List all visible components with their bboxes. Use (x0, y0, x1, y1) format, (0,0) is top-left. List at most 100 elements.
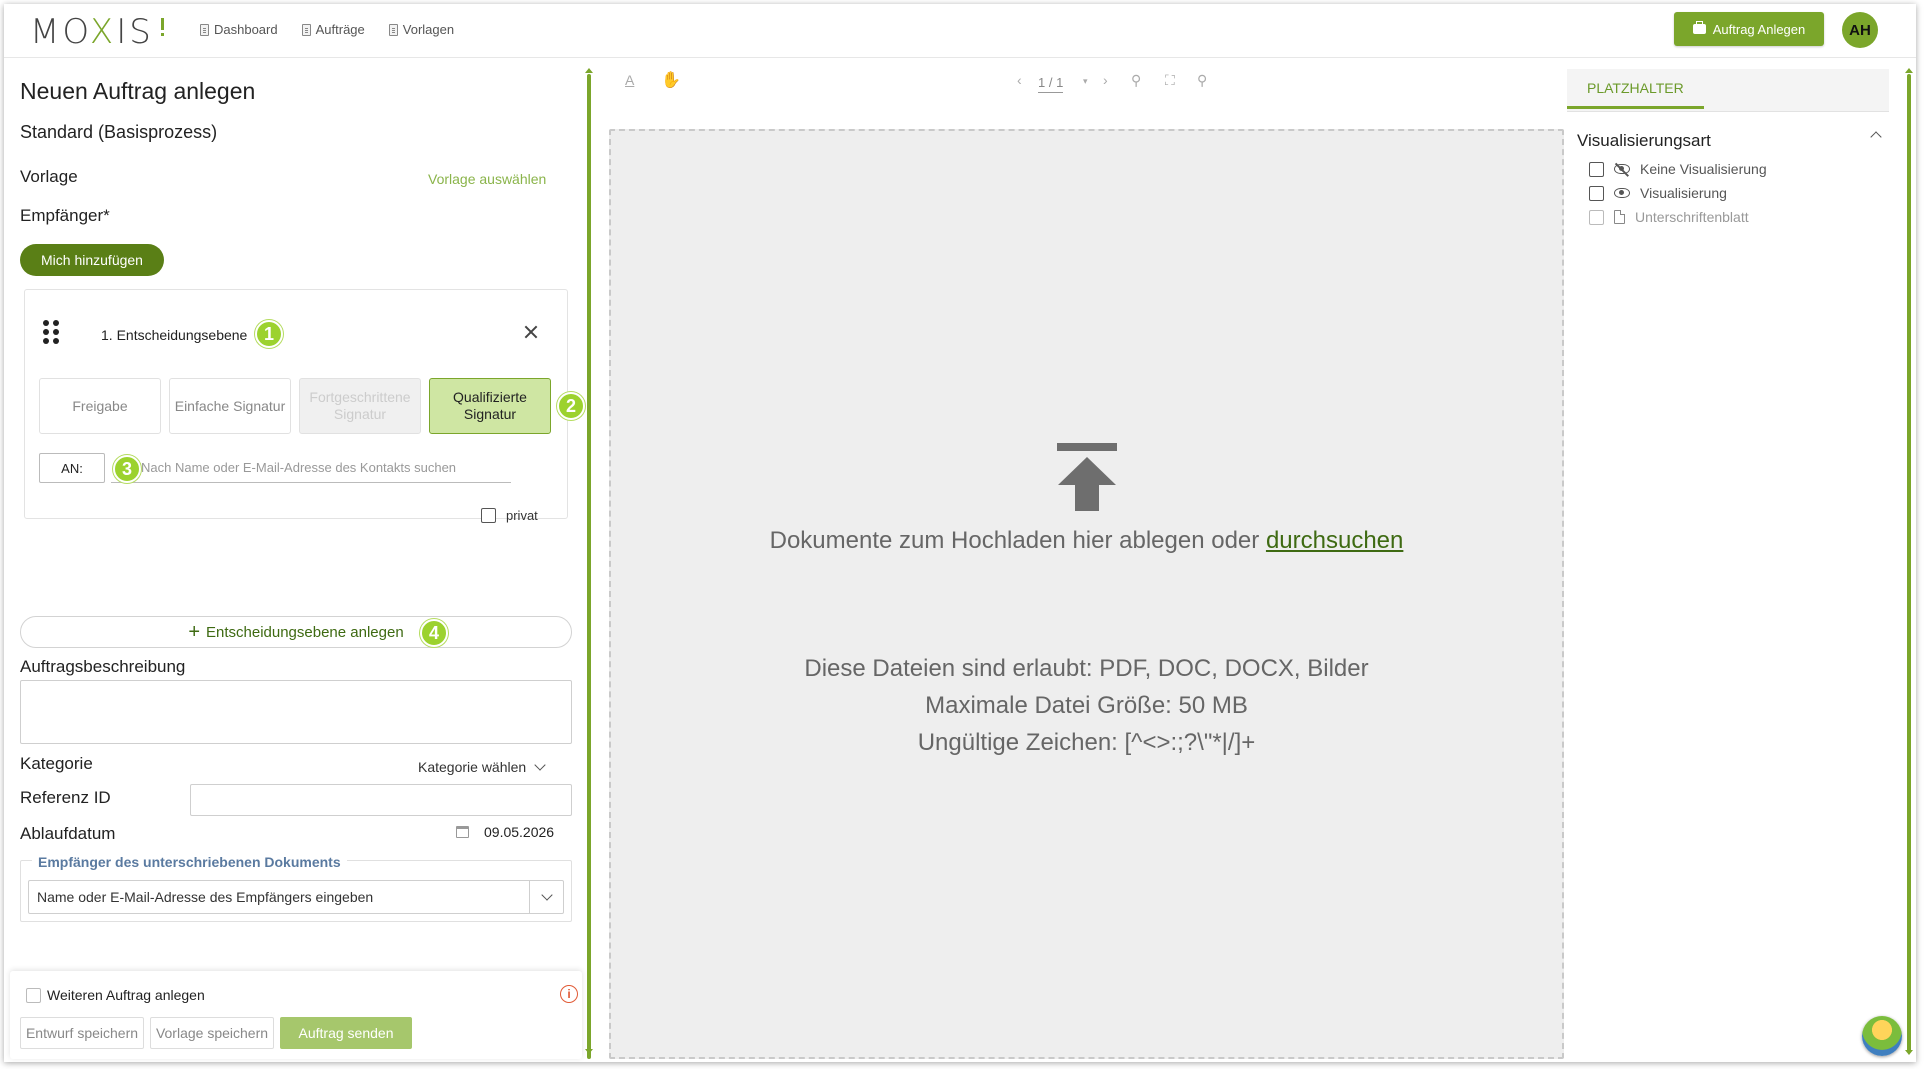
briefcase-icon (1692, 21, 1706, 34)
text-select-icon[interactable]: A (625, 72, 634, 88)
private-toggle[interactable]: privat (481, 508, 538, 523)
signature-option-approval[interactable]: Freigabe (39, 378, 161, 434)
templates-icon (388, 23, 398, 36)
save-draft-button[interactable]: Entwurf speichern (20, 1017, 144, 1049)
select-template-link[interactable]: Vorlage auswählen (428, 171, 546, 187)
page-title: Neuen Auftrag anlegen (20, 78, 256, 104)
signed-document-recipient-legend: Empfänger des unterschriebenen Dokuments (32, 854, 347, 870)
drop-instruction-text: Dokumente zum Hochladen hier ablegen ode… (769, 527, 1260, 554)
chevron-down-icon (534, 759, 546, 771)
no-visualization-label: Keine Visualisierung (1640, 161, 1767, 177)
eye-slash-icon (1614, 164, 1630, 174)
scroll-up-icon[interactable] (585, 68, 593, 73)
visualization-label: Visualisierung (1640, 185, 1727, 201)
scroll-down-icon[interactable] (1905, 1050, 1913, 1055)
add-me-button[interactable]: Mich hinzufügen (20, 244, 164, 276)
option-no-visualization[interactable]: Keine Visualisierung (1589, 161, 1767, 177)
reference-id-input[interactable] (190, 784, 572, 816)
description-label: Auftragsbeschreibung (20, 657, 186, 676)
main-nav: Dashboard Aufträge Vorlagen (200, 22, 454, 37)
signature-sheet-checkbox (1589, 209, 1604, 225)
step-badge-1: 1 (255, 320, 283, 348)
page-dropdown-icon[interactable]: ▾ (1083, 76, 1088, 87)
option-signature-sheet: Unterschriftenblatt (1589, 209, 1749, 225)
category-select[interactable]: Kategorie wählen (418, 759, 546, 775)
another-order-label: Weiteren Auftrag anlegen (47, 987, 205, 1003)
nav-templates-label: Vorlagen (402, 22, 455, 37)
chevron-up-icon[interactable] (1870, 131, 1882, 143)
scroll-down-icon[interactable] (585, 1049, 593, 1054)
visualization-section-title: Visualisierungsart (1577, 131, 1711, 150)
step-badge-4: 4 (420, 619, 448, 647)
process-name: Standard (Basisprozess) (20, 122, 218, 142)
allowed-files-text: Diese Dateien sind erlaubt: PDF, DOC, DO… (804, 655, 1369, 682)
visualization-checkbox[interactable] (1589, 185, 1604, 201)
document-dropzone[interactable]: Dokumente zum Hochladen hier ablegen ode… (609, 129, 1564, 1059)
recipient-dropdown-button[interactable] (529, 881, 563, 913)
orders-icon (301, 23, 311, 36)
top-header: MOXIS Dashboard Aufträge Vorlagen Auftra… (4, 4, 1916, 58)
signature-sheet-label: Unterschriftenblatt (1635, 209, 1749, 225)
template-label: Vorlage (20, 167, 78, 186)
new-order-label: Auftrag Anlegen (1712, 21, 1806, 37)
signed-document-recipient-input[interactable]: Name oder E-Mail-Adresse des Empfängers … (28, 880, 564, 914)
signature-option-advanced: Fortgeschrittene Signatur (299, 378, 421, 434)
recipients-label: Empfänger* (20, 206, 110, 225)
reference-label: Referenz ID (20, 788, 111, 807)
browse-link[interactable]: durchsuchen (1266, 527, 1403, 554)
next-page-icon[interactable]: › (1103, 72, 1108, 88)
expiry-label: Ablaufdatum (20, 824, 116, 843)
left-panel-scrollbar[interactable] (587, 74, 591, 1059)
nav-orders[interactable]: Aufträge (301, 22, 365, 37)
no-visualization-checkbox[interactable] (1589, 161, 1604, 177)
description-textarea[interactable] (20, 680, 572, 744)
another-order-toggle[interactable]: Weiteren Auftrag anlegen (26, 987, 205, 1003)
invalid-chars-text: Ungültige Zeichen: [^<>:;?\"*|/]+ (917, 729, 1256, 756)
add-decision-level-button[interactable]: + Entscheidungsebene anlegen (20, 616, 572, 648)
decision-level-card: 1. Entscheidungsebene 1 Freigabe Einfach… (24, 289, 585, 523)
expiry-date-value[interactable]: 09.05.2026 (484, 824, 554, 840)
scroll-up-icon[interactable] (1905, 68, 1913, 73)
form-action-bar: Weiteren Auftrag anlegen i Entwurf speic… (10, 971, 582, 1059)
calendar-icon[interactable] (456, 826, 469, 838)
hand-icon[interactable]: ✋ (661, 70, 681, 90)
another-order-checkbox[interactable] (26, 987, 41, 1003)
contact-search-input[interactable] (111, 453, 511, 483)
category-select-value: Kategorie wählen (418, 759, 527, 775)
new-order-button[interactable]: Auftrag Anlegen (1674, 12, 1824, 46)
right-panel-scrollbar[interactable] (1907, 74, 1911, 1052)
eye-icon (1614, 188, 1630, 198)
zoom-out-icon[interactable]: ⚲ (1131, 72, 1141, 89)
zoom-in-icon[interactable]: ⚲ (1197, 72, 1207, 89)
user-avatar[interactable]: AH (1842, 12, 1878, 48)
category-label: Kategorie (20, 754, 93, 773)
close-icon[interactable] (523, 324, 539, 340)
to-label: AN: (39, 453, 105, 483)
nav-dashboard-label: Dashboard (214, 22, 278, 37)
signature-option-simple[interactable]: Einfache Signatur (169, 378, 291, 434)
nav-templates[interactable]: Vorlagen (388, 22, 455, 37)
app-window: MOXIS Dashboard Aufträge Vorlagen Auftra… (4, 4, 1916, 1062)
save-template-button[interactable]: Vorlage speichern (150, 1017, 274, 1049)
document-icon (1614, 210, 1625, 224)
send-order-button[interactable]: Auftrag senden (280, 1017, 412, 1049)
option-visualization[interactable]: Visualisierung (1589, 185, 1727, 201)
fit-screen-icon[interactable]: ⛶ (1165, 72, 1175, 89)
plus-icon: + (188, 621, 200, 643)
page-indicator[interactable]: 1 / 1 (1038, 75, 1064, 93)
step-badge-2: 2 (557, 392, 585, 420)
add-decision-level-label: Entscheidungsebene anlegen (206, 623, 404, 641)
nav-dashboard[interactable]: Dashboard (200, 22, 278, 37)
prev-page-icon[interactable]: ‹ (1017, 72, 1022, 88)
tab-placeholder[interactable]: PLATZHALTER (1567, 69, 1704, 109)
signature-option-qualified[interactable]: Qualifizierte Signatur (429, 378, 551, 434)
drag-handle-icon[interactable] (43, 320, 61, 346)
private-label: privat (506, 508, 538, 523)
private-checkbox[interactable] (481, 508, 496, 523)
decision-level-title: 1. Entscheidungsebene (101, 327, 248, 343)
info-icon[interactable]: i (560, 985, 578, 1003)
moxis-logo[interactable]: MOXIS (30, 12, 164, 52)
step-badge-3: 3 (113, 455, 141, 483)
assistant-bubble-icon[interactable] (1862, 1016, 1902, 1056)
placeholder-panel: PLATZHALTER Visualisierungsart Keine Vis… (1567, 59, 1897, 1059)
